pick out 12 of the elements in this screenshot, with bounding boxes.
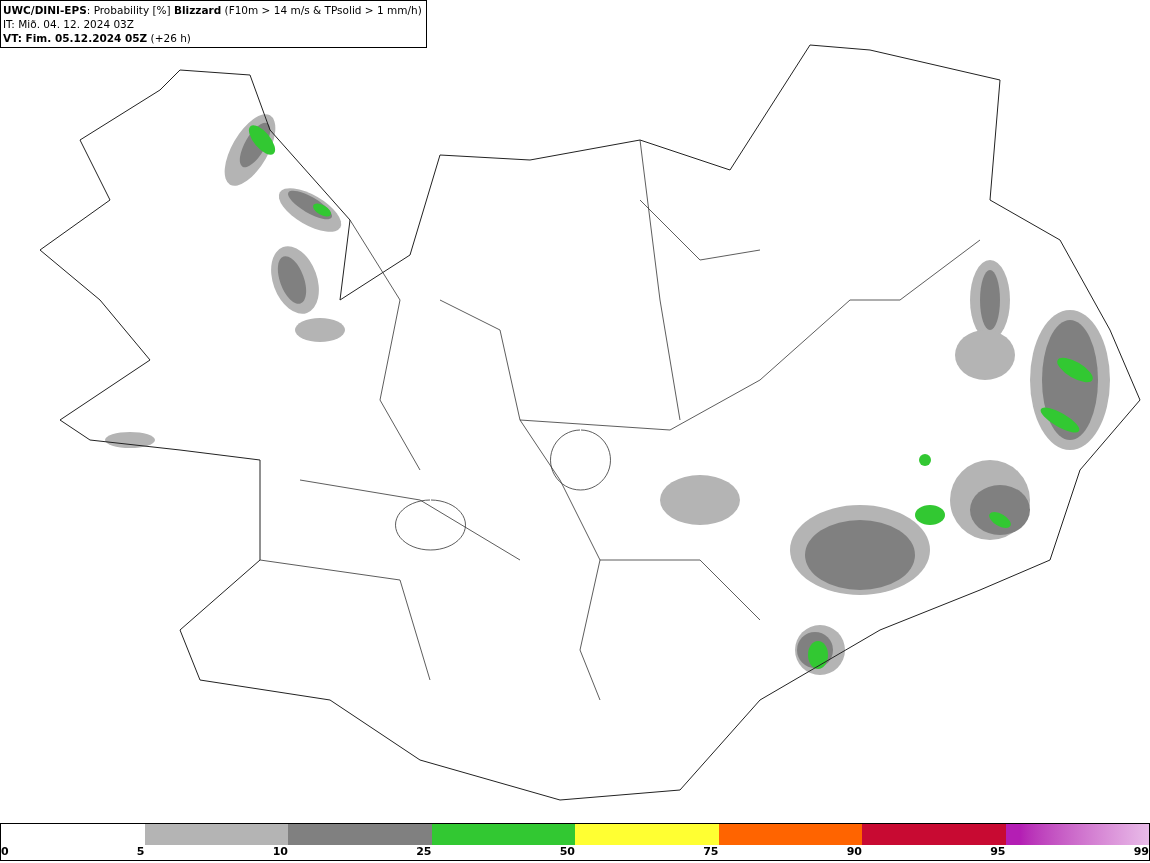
title-line: UWC/DINI-EPS: Probability [%] Blizzard (F10m > 14 m/s & TPsolid > 1 mm/h)	[3, 3, 422, 17]
legend-tick-label: 75	[703, 845, 719, 859]
legend-tick-label: 99	[1133, 845, 1149, 859]
legend-tick-label: 0	[1, 845, 9, 859]
title-line: VT: Fim. 05.12.2024 05Z (+26 h)	[3, 31, 192, 45]
legend-tick-label: 10	[272, 845, 288, 859]
legend-tick-label: 50	[559, 845, 575, 859]
legend-tick-label: 25	[416, 845, 432, 859]
legend-tick-label: 90	[846, 845, 862, 859]
title-line: IT: Mið. 04. 12. 2024 03Z	[3, 17, 135, 31]
legend-tick-label: 95	[990, 845, 1006, 859]
legend-tick-label: 5	[136, 845, 145, 859]
